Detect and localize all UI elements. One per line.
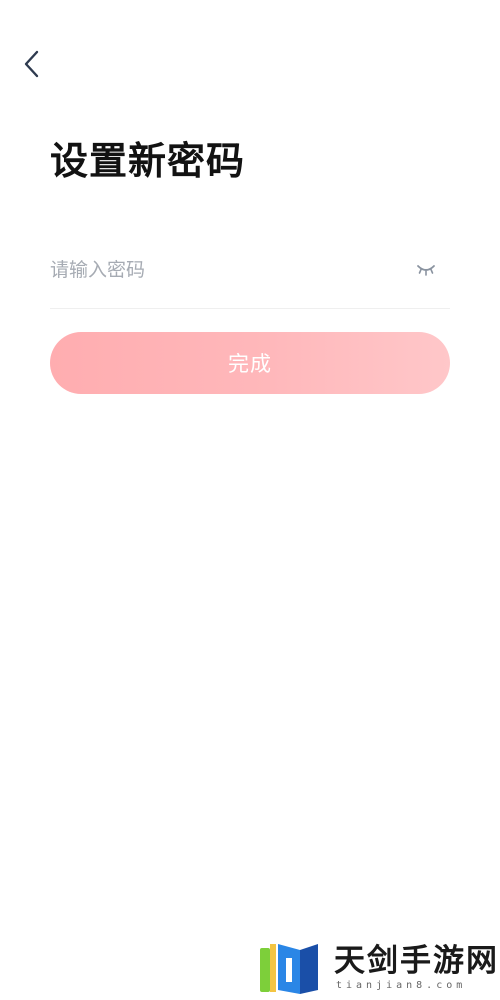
- complete-button[interactable]: 完成: [50, 332, 450, 394]
- watermark-title: 天剑手游网: [334, 943, 499, 979]
- password-input[interactable]: [50, 246, 400, 294]
- watermark: 天剑手游网 tianjian8.com: [256, 940, 497, 996]
- page-title: 设置新密码: [50, 139, 246, 183]
- chevron-left-icon: [24, 50, 39, 78]
- watermark-domain: tianjian8.com: [336, 980, 467, 991]
- back-button[interactable]: [14, 44, 50, 84]
- password-visibility-toggle[interactable]: [414, 260, 438, 280]
- watermark-logo: [260, 944, 318, 994]
- password-field-row: [50, 240, 450, 309]
- eye-closed-icon: [417, 265, 435, 276]
